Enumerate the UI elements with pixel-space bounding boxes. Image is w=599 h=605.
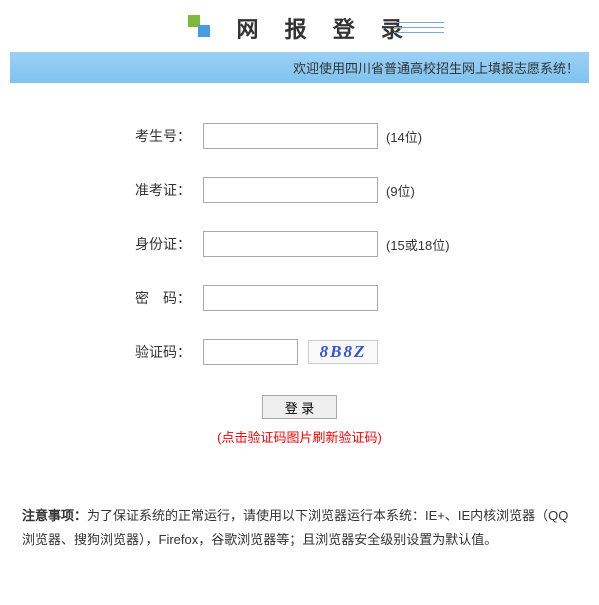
captcha-input[interactable]	[203, 339, 298, 365]
id-card-input[interactable]	[203, 231, 378, 257]
page-title: 网 报 登 录	[237, 12, 413, 44]
page-container: 网 报 登 录 欢迎使用四川省普通高校招生网上填报志愿系统！ 考生号： (14位…	[0, 0, 599, 605]
admission-ticket-input[interactable]	[203, 177, 378, 203]
captcha-row: 验证码： 8B8Z	[0, 339, 599, 365]
id-card-label: 身份证：	[135, 234, 195, 254]
examinee-no-hint: (14位)	[386, 127, 422, 146]
decorative-lines	[394, 22, 444, 37]
notice-text: 为了保证系统的正常运行，请使用以下浏览器运行本系统：IE+、IE内核浏览器（QQ…	[22, 508, 568, 548]
header: 网 报 登 录	[0, 0, 599, 44]
notice-section: 注意事项：为了保证系统的正常运行，请使用以下浏览器运行本系统：IE+、IE内核浏…	[22, 504, 577, 553]
notice-label: 注意事项：	[22, 508, 87, 523]
password-row: 密 码：	[0, 285, 599, 311]
admission-ticket-label: 准考证：	[135, 180, 195, 200]
login-button-row: 登 录	[0, 395, 599, 419]
admission-ticket-hint: (9位)	[386, 181, 415, 200]
examinee-no-label: 考生号：	[135, 126, 195, 146]
examinee-no-row: 考生号： (14位)	[0, 123, 599, 149]
captcha-label: 验证码：	[135, 342, 195, 362]
admission-ticket-row: 准考证： (9位)	[0, 177, 599, 203]
password-input[interactable]	[203, 285, 378, 311]
captcha-refresh-hint: (点击验证码图片刷新验证码)	[0, 427, 599, 446]
login-button[interactable]: 登 录	[262, 395, 337, 419]
id-card-hint: (15或18位)	[386, 235, 450, 254]
welcome-banner: 欢迎使用四川省普通高校招生网上填报志愿系统！	[10, 52, 589, 83]
login-form: 考生号： (14位) 准考证： (9位) 身份证： (15或18位) 密 码： …	[0, 123, 599, 446]
logo-icon	[186, 13, 212, 44]
examinee-no-input[interactable]	[203, 123, 378, 149]
password-label: 密 码：	[135, 288, 195, 308]
id-card-row: 身份证： (15或18位)	[0, 231, 599, 257]
captcha-image[interactable]: 8B8Z	[308, 340, 378, 364]
